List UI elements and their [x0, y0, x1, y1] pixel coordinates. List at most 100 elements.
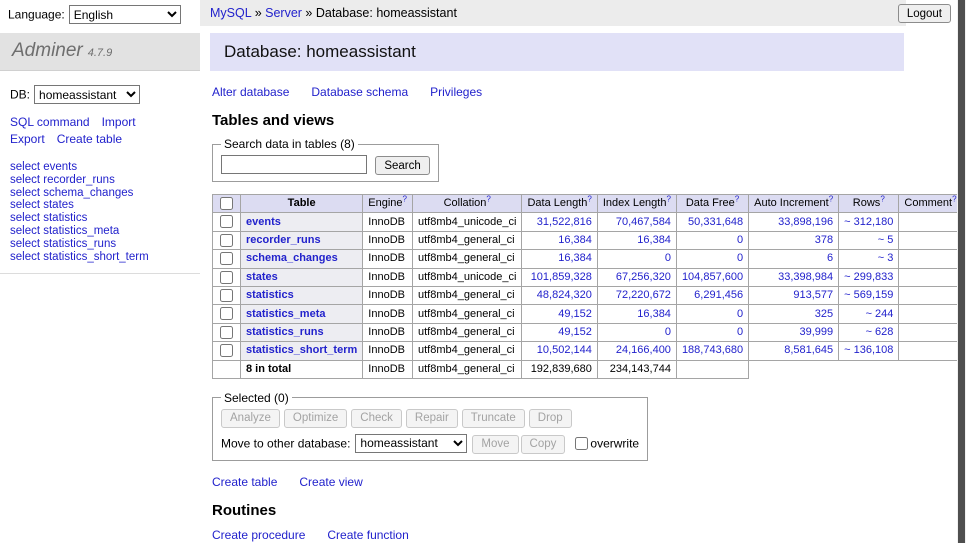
- sidebar-select-events[interactable]: select events: [10, 161, 200, 174]
- index-length-link[interactable]: 67,256,320: [616, 271, 671, 283]
- rows-count-link[interactable]: ~ 3: [878, 252, 894, 264]
- help-link[interactable]: ?: [587, 195, 591, 204]
- help-link[interactable]: ?: [829, 195, 833, 204]
- data-free-link[interactable]: 0: [737, 252, 743, 264]
- link-create-function[interactable]: Create function: [327, 528, 408, 542]
- sidebar-select-statistics-short-term[interactable]: select statistics_short_term: [10, 251, 200, 264]
- data-free-link[interactable]: 0: [737, 308, 743, 320]
- row-checkbox[interactable]: [220, 271, 233, 284]
- data-length-link[interactable]: 16,384: [558, 252, 592, 264]
- help-link[interactable]: ?: [403, 195, 407, 204]
- action-alter-database[interactable]: Alter database: [212, 85, 289, 99]
- data-length-link[interactable]: 16,384: [558, 234, 592, 246]
- logout-button[interactable]: Logout: [898, 4, 951, 23]
- help-link[interactable]: ?: [735, 195, 739, 204]
- auto-increment-link[interactable]: 39,999: [800, 326, 834, 338]
- bulk-truncate-button[interactable]: Truncate: [462, 409, 525, 428]
- bulk-optimize-button[interactable]: Optimize: [284, 409, 347, 428]
- table-link-statistics-runs[interactable]: statistics_runs: [246, 326, 324, 338]
- index-length-link[interactable]: 0: [665, 326, 671, 338]
- help-link[interactable]: ?: [486, 195, 490, 204]
- data-length-link[interactable]: 49,152: [558, 308, 592, 320]
- rows-count-link[interactable]: ~ 312,180: [844, 216, 893, 228]
- move-db-select[interactable]: homeassistant: [355, 434, 467, 453]
- link-create-view[interactable]: Create view: [299, 475, 362, 489]
- search-input[interactable]: [221, 155, 367, 174]
- data-length-link[interactable]: 48,824,320: [537, 289, 592, 301]
- row-checkbox[interactable]: [220, 326, 233, 339]
- data-length-link[interactable]: 101,859,328: [531, 271, 592, 283]
- auto-increment-link[interactable]: 325: [815, 308, 833, 320]
- auto-increment-link[interactable]: 33,898,196: [778, 216, 833, 228]
- data-free-link[interactable]: 50,331,648: [688, 216, 743, 228]
- db-select[interactable]: homeassistant: [34, 85, 140, 104]
- data-free-link[interactable]: 0: [737, 234, 743, 246]
- table-link-events[interactable]: events: [246, 216, 281, 228]
- index-length-link[interactable]: 70,467,584: [616, 216, 671, 228]
- rows-count-link[interactable]: ~ 628: [866, 326, 894, 338]
- link-create-procedure[interactable]: Create procedure: [212, 528, 305, 542]
- data-length-link[interactable]: 10,502,144: [537, 344, 592, 356]
- auto-increment-link[interactable]: 6: [827, 252, 833, 264]
- rows-count-link[interactable]: ~ 5: [878, 234, 894, 246]
- link-create-table[interactable]: Create table: [212, 475, 277, 489]
- bulk-analyze-button[interactable]: Analyze: [221, 409, 280, 428]
- search-button[interactable]: Search: [375, 156, 429, 175]
- rows-count-link[interactable]: ~ 244: [866, 308, 894, 320]
- sidebar-link-create-table[interactable]: Create table: [57, 132, 122, 146]
- move-button[interactable]: Move: [472, 435, 518, 454]
- table-link-recorder-runs[interactable]: recorder_runs: [246, 234, 321, 246]
- table-link-statistics-meta[interactable]: statistics_meta: [246, 308, 326, 320]
- language-select[interactable]: English: [69, 5, 181, 24]
- copy-button[interactable]: Copy: [521, 435, 566, 454]
- rows-count-link[interactable]: ~ 136,108: [844, 344, 893, 356]
- sidebar-select-statistics[interactable]: select statistics: [10, 212, 200, 225]
- data-length-link[interactable]: 49,152: [558, 326, 592, 338]
- data-free-link[interactable]: 104,857,600: [682, 271, 743, 283]
- select-all-checkbox[interactable]: [220, 197, 233, 210]
- table-link-states[interactable]: states: [246, 271, 278, 283]
- sidebar-link-export[interactable]: Export: [10, 132, 45, 146]
- sidebar-link-sql-command[interactable]: SQL command: [10, 115, 90, 129]
- auto-increment-link[interactable]: 33,398,984: [778, 271, 833, 283]
- index-length-link[interactable]: 24,166,400: [616, 344, 671, 356]
- scrollbar-thumb[interactable]: [958, 0, 965, 543]
- data-length-link[interactable]: 31,522,816: [537, 216, 592, 228]
- bulk-drop-button[interactable]: Drop: [529, 409, 572, 428]
- row-checkbox[interactable]: [220, 215, 233, 228]
- sidebar-select-recorder-runs[interactable]: select recorder_runs: [10, 174, 200, 187]
- help-link[interactable]: ?: [666, 195, 670, 204]
- row-checkbox[interactable]: [220, 344, 233, 357]
- index-length-link[interactable]: 16,384: [637, 234, 671, 246]
- index-length-link[interactable]: 72,220,672: [616, 289, 671, 301]
- auto-increment-link[interactable]: 378: [815, 234, 833, 246]
- table-link-schema-changes[interactable]: schema_changes: [246, 252, 338, 264]
- rows-count-link[interactable]: ~ 299,833: [844, 271, 893, 283]
- overwrite-checkbox[interactable]: [575, 437, 588, 450]
- sidebar-select-statistics-meta[interactable]: select statistics_meta: [10, 225, 200, 238]
- data-free-link[interactable]: 188,743,680: [682, 344, 743, 356]
- sidebar-select-states[interactable]: select states: [10, 199, 200, 212]
- sidebar-select-schema-changes[interactable]: select schema_changes: [10, 187, 200, 200]
- help-link[interactable]: ?: [880, 195, 884, 204]
- rows-count-link[interactable]: ~ 569,159: [844, 289, 893, 301]
- auto-increment-link[interactable]: 913,577: [793, 289, 833, 301]
- scrollbar[interactable]: [957, 0, 966, 543]
- sidebar-select-statistics-runs[interactable]: select statistics_runs: [10, 238, 200, 251]
- sidebar-link-import[interactable]: Import: [102, 115, 136, 129]
- help-link[interactable]: ?: [952, 195, 956, 204]
- row-checkbox[interactable]: [220, 307, 233, 320]
- action-privileges[interactable]: Privileges: [430, 85, 482, 99]
- breadcrumb-link-mysql[interactable]: MySQL: [210, 6, 251, 20]
- action-database-schema[interactable]: Database schema: [311, 85, 408, 99]
- index-length-link[interactable]: 16,384: [637, 308, 671, 320]
- data-free-link[interactable]: 6,291,456: [694, 289, 743, 301]
- data-free-link[interactable]: 0: [737, 326, 743, 338]
- row-checkbox[interactable]: [220, 252, 233, 265]
- breadcrumb-link-server[interactable]: Server: [265, 6, 302, 20]
- row-checkbox[interactable]: [220, 234, 233, 247]
- index-length-link[interactable]: 0: [665, 252, 671, 264]
- table-link-statistics[interactable]: statistics: [246, 289, 294, 301]
- bulk-check-button[interactable]: Check: [351, 409, 402, 428]
- auto-increment-link[interactable]: 8,581,645: [784, 344, 833, 356]
